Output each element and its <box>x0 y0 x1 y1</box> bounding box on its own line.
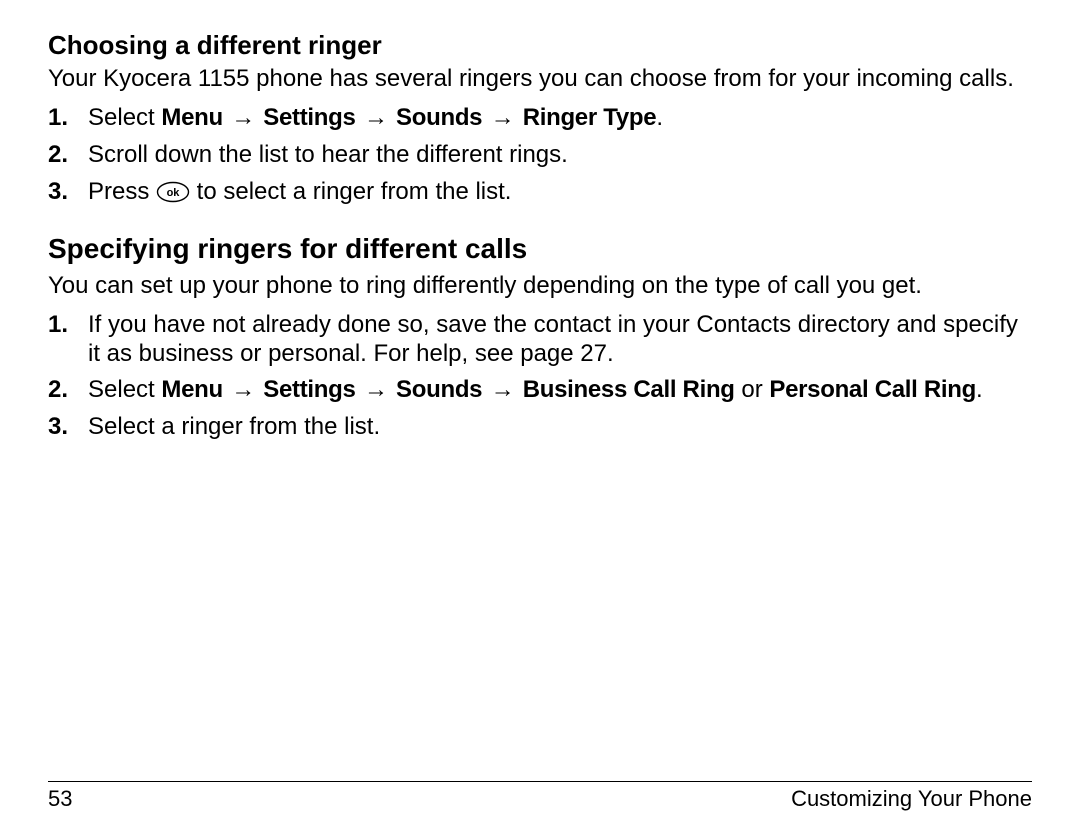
arrow-icon: → <box>362 376 390 403</box>
page-footer: 53 Customizing Your Phone <box>48 781 1032 812</box>
nav-business-call-ring: Business Call Ring <box>523 376 735 403</box>
step-text: or <box>735 376 770 403</box>
steps-list: Select Menu → Settings → Sounds → Ringer… <box>48 104 1032 206</box>
nav-sounds: Sounds <box>396 104 482 131</box>
step-text: Select <box>88 376 161 403</box>
nav-personal-call-ring: Personal Call Ring <box>769 376 976 403</box>
nav-ringer-type: Ringer Type <box>523 104 657 131</box>
step-item: Press ok to select a ringer from the lis… <box>48 178 1032 207</box>
step-text: Select <box>88 104 161 131</box>
step-text: . <box>976 376 983 403</box>
ok-button-icon: ok <box>156 181 190 203</box>
nav-sounds: Sounds <box>396 376 482 403</box>
arrow-icon: → <box>362 104 390 131</box>
menu-path: Menu → Settings → Sounds → Ringer Type <box>161 104 656 131</box>
page-number: 53 <box>48 786 72 812</box>
step-item: Select a ringer from the list. <box>48 413 1032 442</box>
intro-paragraph: You can set up your phone to ring differ… <box>48 272 1032 301</box>
arrow-icon: → <box>489 376 517 403</box>
svg-text:ok: ok <box>167 187 181 199</box>
section-heading: Specifying ringers for different calls <box>48 232 1032 266</box>
step-item: Scroll down the list to hear the differe… <box>48 141 1032 170</box>
subsection-heading: Choosing a different ringer <box>48 30 1032 61</box>
intro-paragraph: Your Kyocera 1155 phone has several ring… <box>48 65 1032 94</box>
arrow-icon: → <box>489 104 517 131</box>
nav-menu: Menu <box>161 376 222 403</box>
step-item: Select Menu → Settings → Sounds → Busine… <box>48 376 1032 405</box>
manual-page: Choosing a different ringer Your Kyocera… <box>0 0 1080 834</box>
arrow-icon: → <box>229 104 257 131</box>
footer-rule <box>48 781 1032 782</box>
menu-path: Menu → Settings → Sounds → Business Call… <box>161 376 734 403</box>
step-text: to select a ringer from the list. <box>190 178 511 205</box>
step-text: . <box>656 104 663 131</box>
arrow-icon: → <box>229 376 257 403</box>
nav-settings: Settings <box>263 376 355 403</box>
step-text: Press <box>88 178 156 205</box>
nav-menu: Menu <box>161 104 222 131</box>
steps-list: If you have not already done so, save th… <box>48 311 1032 442</box>
footer-title: Customizing Your Phone <box>791 786 1032 812</box>
step-item: If you have not already done so, save th… <box>48 311 1032 369</box>
step-item: Select Menu → Settings → Sounds → Ringer… <box>48 104 1032 133</box>
nav-settings: Settings <box>263 104 355 131</box>
